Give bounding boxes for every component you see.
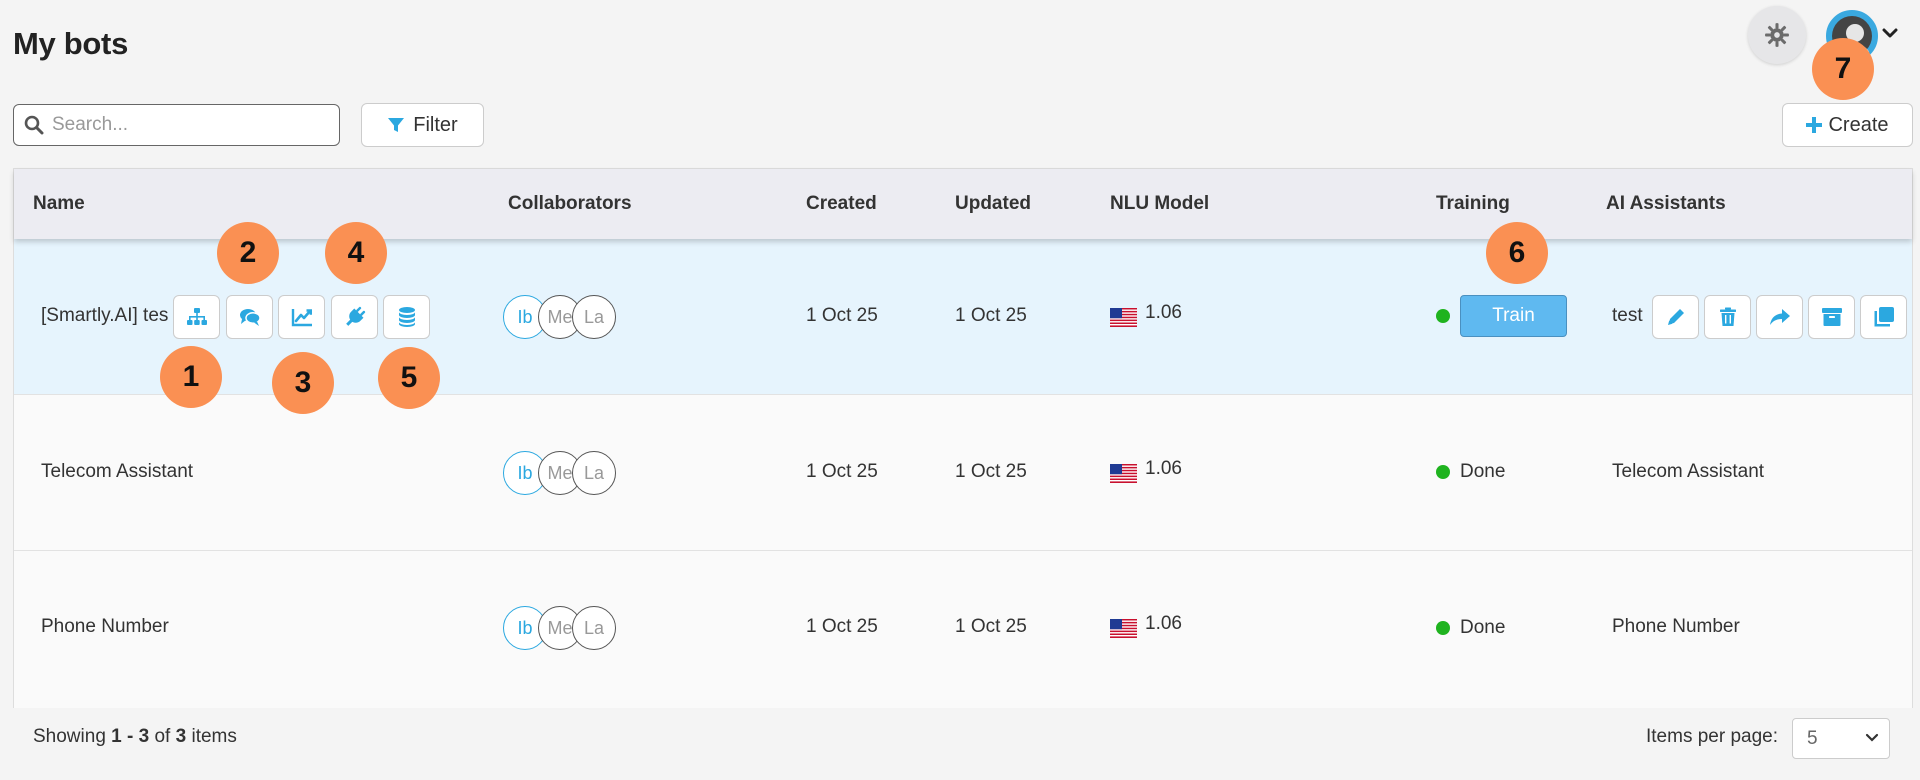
gear-icon <box>1765 23 1789 47</box>
bot-name[interactable]: Telecom Assistant <box>41 461 193 483</box>
us-flag-icon <box>1110 464 1137 483</box>
us-flag-icon <box>1110 308 1137 327</box>
annotation-badge-3: 3 <box>272 352 334 414</box>
collaborator-avatar[interactable]: La <box>572 606 616 650</box>
us-flag-icon <box>1110 619 1137 638</box>
training-status-dot <box>1436 465 1450 479</box>
delete-button[interactable] <box>1704 295 1751 339</box>
collaborator-avatar[interactable]: La <box>572 451 616 495</box>
search-box[interactable] <box>13 104 340 146</box>
items-per-page-select[interactable]: 5 <box>1792 718 1890 759</box>
created-date: 1 Oct 25 <box>806 461 878 482</box>
pager-info-total: 3 <box>175 726 187 747</box>
theme-toggle-button[interactable] <box>1748 6 1806 64</box>
pager-info-of: of <box>149 726 176 747</box>
duplicate-button[interactable] <box>1860 295 1907 339</box>
filter-icon <box>388 118 405 132</box>
sitemap-icon <box>186 308 207 325</box>
chevron-down-icon[interactable] <box>1882 28 1898 40</box>
trash-icon <box>1719 307 1736 326</box>
annotation-badge-2: 2 <box>217 222 279 284</box>
create-button[interactable]: Create <box>1782 103 1913 147</box>
edit-button[interactable] <box>1652 295 1699 339</box>
annotation-badge-5: 5 <box>378 347 440 409</box>
annotation-badge-7: 7 <box>1812 38 1874 100</box>
search-icon <box>24 115 44 135</box>
pager-info-prefix: Showing <box>33 726 112 747</box>
updated-date: 1 Oct 25 <box>955 616 1027 637</box>
column-header-updated[interactable]: Updated <box>955 193 1031 215</box>
flow-button[interactable] <box>173 295 220 339</box>
pager-info-suffix: items <box>186 726 237 747</box>
comments-icon <box>239 309 261 326</box>
plus-icon <box>1806 117 1823 133</box>
created-date: 1 Oct 25 <box>806 616 878 637</box>
ai-assistant-name: Telecom Assistant <box>1612 461 1765 482</box>
database-button[interactable] <box>383 295 430 339</box>
analytics-button[interactable] <box>278 295 325 339</box>
training-status: Done <box>1460 461 1506 482</box>
created-date: 1 Oct 25 <box>806 305 878 326</box>
training-status: Done <box>1460 617 1506 638</box>
nlu-model-version: 1.06 <box>1145 458 1182 479</box>
chart-line-icon <box>291 309 312 327</box>
train-button[interactable]: Train <box>1460 295 1567 337</box>
column-header-name[interactable]: Name <box>33 193 85 215</box>
column-header-ai-assistants[interactable]: AI Assistants <box>1606 193 1726 215</box>
collaborator-avatar[interactable]: La <box>572 295 616 339</box>
updated-date: 1 Oct 25 <box>955 305 1027 326</box>
archive-icon <box>1821 308 1842 326</box>
bots-table: Name Collaborators Created Updated NLU M… <box>13 168 1913 708</box>
page-title: My bots <box>13 26 129 61</box>
archive-button[interactable] <box>1808 295 1855 339</box>
annotation-badge-6: 6 <box>1486 222 1548 284</box>
conversations-button[interactable] <box>226 295 273 339</box>
pager-info-range: 1 - 3 <box>111 726 150 747</box>
plug-icon <box>345 306 365 326</box>
integrations-button[interactable] <box>331 295 378 339</box>
filter-button-label: Filter <box>413 113 458 136</box>
training-status-dot <box>1436 621 1450 635</box>
share-button[interactable] <box>1756 295 1803 339</box>
chevron-down-icon <box>1865 733 1879 742</box>
column-header-training[interactable]: Training <box>1436 193 1510 215</box>
bot-name[interactable]: [Smartly.AI] tes <box>41 305 168 327</box>
ai-assistant-name: test <box>1612 305 1643 326</box>
column-header-collaborators[interactable]: Collaborators <box>508 193 632 215</box>
search-input[interactable] <box>52 114 322 136</box>
table-row[interactable]: Telecom Assistant Ib Me La 1 Oct 25 1 Oc… <box>14 395 1912 551</box>
copy-icon <box>1874 307 1894 327</box>
training-status-dot <box>1436 309 1450 323</box>
table-header: Name Collaborators Created Updated NLU M… <box>14 169 1912 239</box>
column-header-nlu-model[interactable]: NLU Model <box>1110 193 1209 215</box>
annotation-badge-4: 4 <box>325 222 387 284</box>
table-footer: Showing 1 - 3 of 3 items Items per page:… <box>13 708 1913 768</box>
table-row[interactable]: Phone Number Ib Me La 1 Oct 25 1 Oct 25 … <box>14 551 1912 708</box>
nlu-model-version: 1.06 <box>1145 613 1182 634</box>
create-button-label: Create <box>1828 113 1889 136</box>
nlu-model-version: 1.06 <box>1145 302 1182 323</box>
annotation-badge-1: 1 <box>160 346 222 408</box>
database-icon <box>398 307 415 327</box>
filter-button[interactable]: Filter <box>361 103 484 147</box>
items-per-page-label: Items per page: <box>1646 726 1779 747</box>
pager-info: Showing 1 - 3 of 3 items <box>33 726 237 748</box>
ai-assistant-name: Phone Number <box>1612 616 1740 637</box>
bot-name[interactable]: Phone Number <box>41 616 169 638</box>
pencil-icon <box>1667 309 1684 325</box>
updated-date: 1 Oct 25 <box>955 461 1027 482</box>
column-header-created[interactable]: Created <box>806 193 877 215</box>
items-per-page-value: 5 <box>1807 727 1818 749</box>
share-icon <box>1769 309 1790 325</box>
